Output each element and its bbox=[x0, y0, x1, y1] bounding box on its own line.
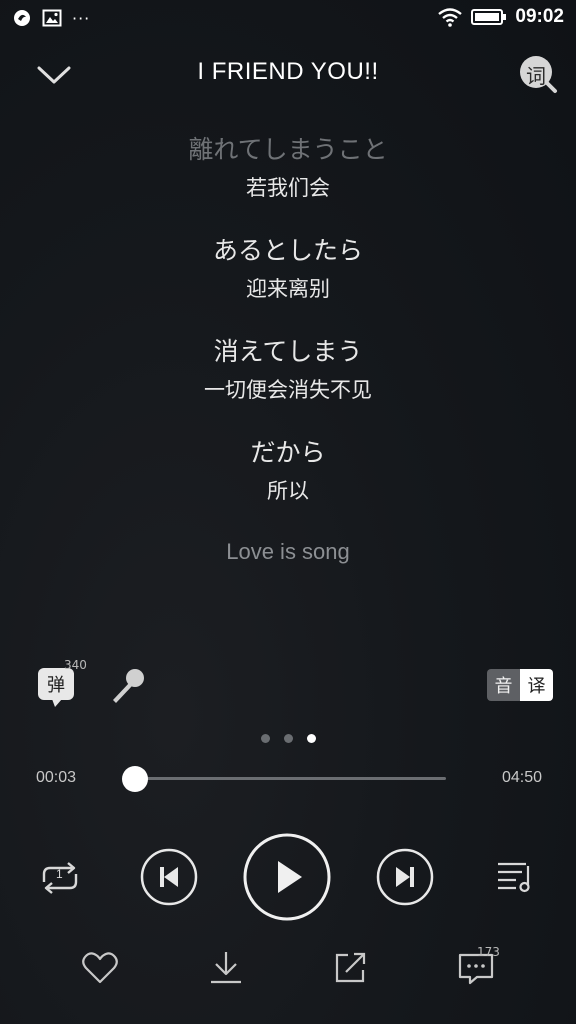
total-time: 04:50 bbox=[501, 769, 542, 786]
download-icon bbox=[211, 952, 241, 984]
play-icon bbox=[243, 833, 331, 921]
app-icon bbox=[14, 10, 30, 26]
status-time: 09:02 bbox=[515, 6, 564, 27]
previous-button[interactable] bbox=[140, 848, 198, 906]
lyric-search-label: 词 bbox=[526, 64, 546, 88]
lyric-translation: 若我们会 bbox=[246, 176, 330, 200]
share-button[interactable] bbox=[330, 948, 370, 988]
lyric-mode-toggle[interactable]: 音 译 bbox=[487, 669, 553, 701]
lyric-translation: 一切便会消失不见 bbox=[204, 378, 372, 402]
lyric-original: 離れてしまうこと bbox=[188, 135, 388, 164]
lyric-search-button[interactable]: 词 bbox=[518, 54, 558, 94]
microphone-icon bbox=[113, 669, 144, 703]
battery-icon bbox=[471, 9, 507, 25]
progress-track[interactable] bbox=[132, 777, 446, 780]
danmu-count: 340 bbox=[64, 658, 87, 672]
danmu-icon: 弹 bbox=[38, 668, 74, 707]
page-dot[interactable] bbox=[283, 734, 293, 743]
lyric-original: あるとしたら bbox=[212, 236, 363, 265]
danmu-label: 弹 bbox=[47, 675, 65, 696]
lyric-line: 消えてしまう 一切便会消失不见 bbox=[0, 332, 576, 408]
danmu-button[interactable]: 弹 bbox=[38, 668, 74, 707]
toggle-phonetic[interactable]: 音 bbox=[487, 669, 520, 701]
image-icon bbox=[42, 9, 62, 27]
page-dot-active[interactable] bbox=[306, 734, 316, 743]
lyrics-panel[interactable]: 離れてしまうこと 若我们会 あるとしたら 迎来离别 消えてしまう 一切便会消失不… bbox=[0, 130, 576, 570]
lyric-translation: 迎来离别 bbox=[246, 277, 330, 301]
page-dot[interactable] bbox=[260, 734, 270, 743]
comment-count: 173 bbox=[477, 945, 500, 959]
lyric-next: Love is song bbox=[226, 539, 350, 564]
playlist-icon bbox=[498, 862, 530, 893]
lyric-line: だから 所以 bbox=[0, 433, 576, 509]
lyric-original: だから bbox=[250, 438, 326, 467]
repeat-badge: 1 bbox=[56, 867, 63, 881]
playlist-button[interactable] bbox=[496, 858, 536, 894]
favorite-button[interactable] bbox=[80, 948, 120, 988]
status-right: 09:02 bbox=[437, 6, 564, 28]
download-button[interactable] bbox=[206, 948, 246, 988]
toggle-translation[interactable]: 译 bbox=[520, 669, 553, 701]
repeat-mode-button[interactable]: 1 bbox=[38, 858, 82, 898]
current-time: 00:03 bbox=[36, 769, 77, 786]
lyric-original: 消えてしまう bbox=[213, 337, 363, 366]
share-icon bbox=[335, 952, 366, 983]
lyric-translation: 所以 bbox=[267, 479, 309, 503]
karaoke-button[interactable] bbox=[108, 666, 148, 710]
lyric-line: 離れてしまうこと 若我们会 bbox=[0, 130, 576, 206]
next-icon bbox=[376, 848, 434, 906]
heart-icon bbox=[82, 952, 118, 984]
previous-icon bbox=[140, 848, 198, 906]
next-button[interactable] bbox=[376, 848, 434, 906]
progress-knob[interactable] bbox=[122, 766, 149, 792]
lyric-line: あるとしたら 迎来离别 bbox=[0, 231, 576, 307]
wifi-icon bbox=[438, 8, 463, 27]
status-left: ··· bbox=[12, 8, 90, 28]
play-button[interactable] bbox=[242, 832, 332, 922]
song-title: I FRIEND YOU!! bbox=[197, 58, 379, 85]
more-dots-icon: ··· bbox=[72, 8, 91, 28]
status-bar: ··· 09:02 bbox=[0, 0, 576, 40]
page-indicator bbox=[0, 734, 576, 743]
